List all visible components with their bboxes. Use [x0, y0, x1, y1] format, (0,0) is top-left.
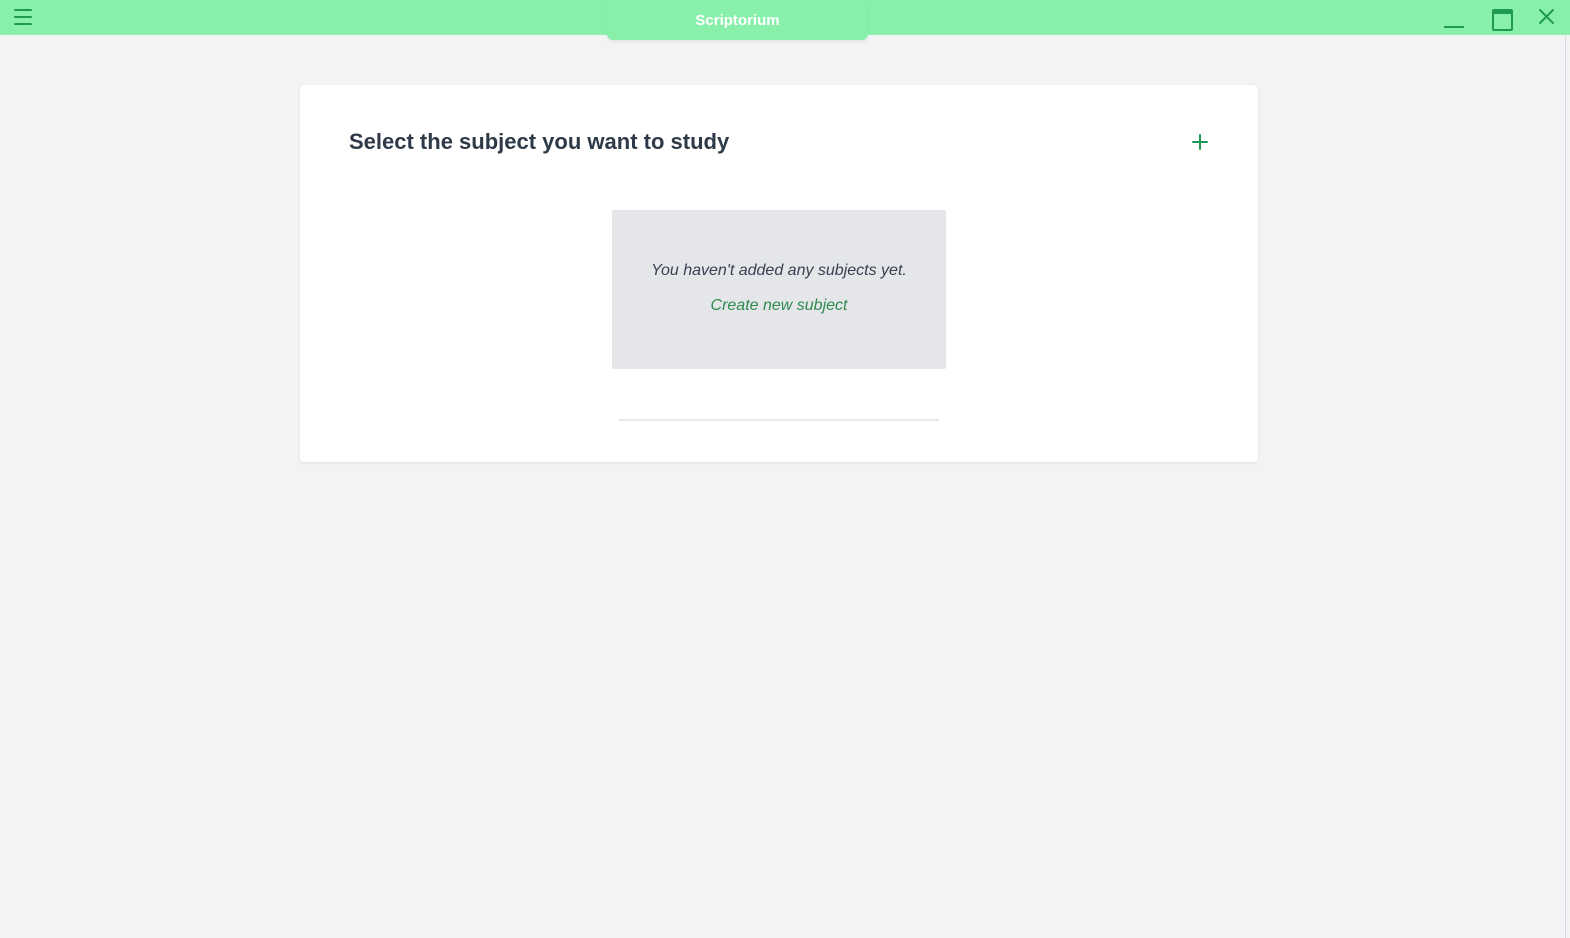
- divider: [619, 419, 939, 421]
- window-border: [1565, 35, 1566, 938]
- app-title: Scriptorium: [607, 0, 868, 40]
- add-subject-plus-icon[interactable]: [1186, 129, 1214, 157]
- subject-selection-card: Select the subject you want to study You…: [300, 85, 1258, 462]
- hamburger-menu-icon[interactable]: [12, 8, 34, 26]
- page-title: Select the subject you want to study: [349, 129, 730, 154]
- create-new-subject-link[interactable]: Create new subject: [612, 297, 946, 315]
- maximize-icon[interactable]: [1489, 6, 1513, 31]
- close-icon[interactable]: [1535, 6, 1559, 28]
- empty-state-box: You haven't added any subjects yet. Crea…: [612, 210, 946, 369]
- title-bar: Scriptorium: [0, 0, 1570, 40]
- empty-state-message: You haven't added any subjects yet.: [651, 262, 907, 279]
- minimize-icon[interactable]: [1442, 6, 1466, 28]
